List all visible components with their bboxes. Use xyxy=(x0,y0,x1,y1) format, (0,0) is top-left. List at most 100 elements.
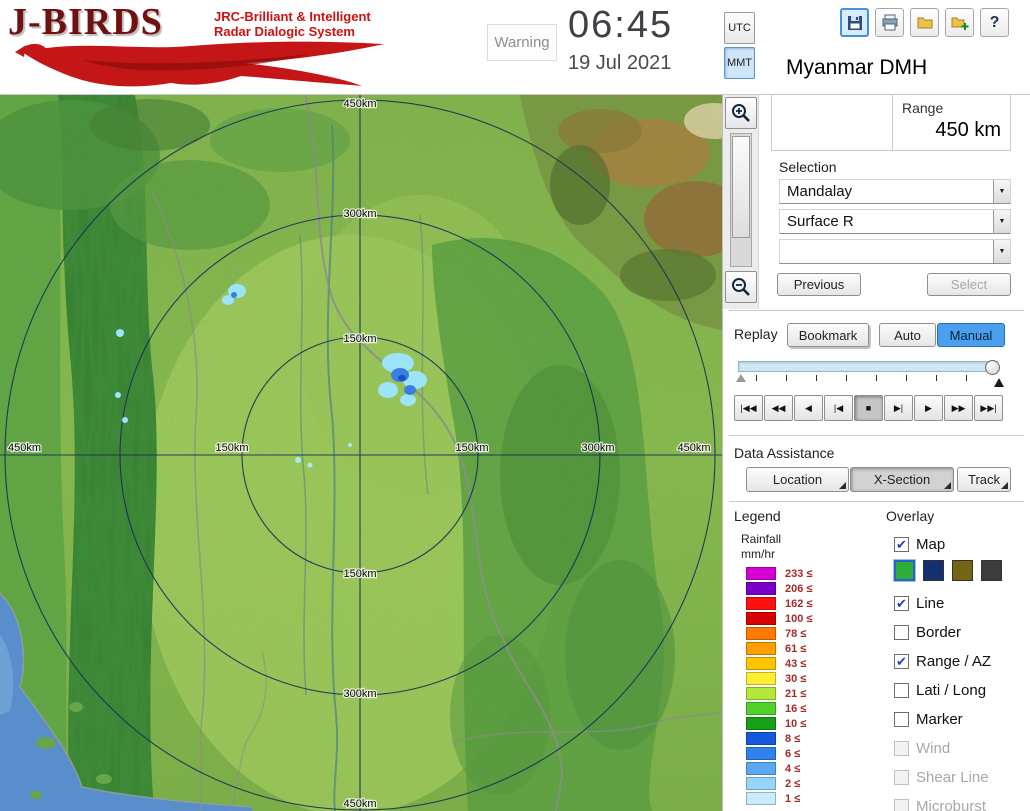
playback-button-5[interactable]: ▶| xyxy=(884,395,913,421)
timeline-tick xyxy=(786,375,787,381)
radar-map[interactable]: 450km 300km 150km 150km 300km 450km 450km 150km… xyxy=(0,95,722,811)
playback-button-4[interactable]: ■ xyxy=(854,395,883,421)
add-image-icon xyxy=(951,17,968,30)
zoom-slider-thumb[interactable] xyxy=(732,136,750,238)
timeline-start-marker xyxy=(736,374,746,382)
open-folder-button[interactable] xyxy=(910,8,939,37)
timeline-thumb[interactable] xyxy=(985,360,1000,375)
divider xyxy=(892,95,893,150)
timeline-tick xyxy=(936,375,937,381)
checkbox-range-az[interactable]: ✔ xyxy=(894,653,909,669)
x-section-button[interactable]: X-Section xyxy=(850,467,954,492)
timeline-tick xyxy=(816,375,817,381)
help-button[interactable]: ? xyxy=(980,8,1009,37)
playback-button-0[interactable]: |◀◀ xyxy=(734,395,763,421)
logo-subtitle-line1: JRC-Brilliant & Intelligent xyxy=(214,9,371,24)
checkbox-wind xyxy=(894,740,909,756)
checkbox-lati-long[interactable] xyxy=(894,682,909,698)
overlay-row-shear-line: Shear Line xyxy=(894,766,989,788)
legend-value: 78 ≤ xyxy=(785,627,807,640)
map-style-swatch-3[interactable] xyxy=(952,560,973,581)
select-button[interactable]: Select xyxy=(927,273,1011,296)
playback-button-7[interactable]: ▶▶ xyxy=(944,395,973,421)
overlay-label: Map xyxy=(916,535,946,553)
range-ring-label: 450km xyxy=(343,98,376,110)
auto-button[interactable]: Auto xyxy=(879,323,936,347)
save-icon xyxy=(847,15,862,30)
legend-color-swatch xyxy=(746,657,776,670)
chevron-down-icon[interactable] xyxy=(993,180,1010,203)
legend-unit-line1: Rainfall xyxy=(741,532,782,546)
location-button[interactable]: Location xyxy=(746,467,849,492)
save-button[interactable] xyxy=(840,8,869,37)
map-style-swatch-1[interactable] xyxy=(894,560,915,581)
checkbox-marker[interactable] xyxy=(894,711,909,727)
legend-color-swatch xyxy=(746,597,776,610)
overlay-label: Wind xyxy=(916,739,951,757)
playback-button-2[interactable]: ◀ xyxy=(794,395,823,421)
checkbox-shear-line xyxy=(894,769,909,785)
overlay-row-wind: Wind xyxy=(894,737,950,759)
checkbox-map[interactable]: ✔ xyxy=(894,536,909,552)
legend-value: 16 ≤ xyxy=(785,702,807,715)
add-image-button[interactable] xyxy=(945,8,974,37)
playback-button-6[interactable]: ▶ xyxy=(914,395,943,421)
overlay-row-marker: Marker xyxy=(894,708,963,730)
checkbox-border[interactable] xyxy=(894,624,909,640)
zoom-out-button[interactable] xyxy=(725,271,757,303)
legend-row: 78 ≤ xyxy=(746,626,866,641)
playback-button-1[interactable]: ◀◀ xyxy=(764,395,793,421)
separator xyxy=(729,435,1024,436)
previous-button[interactable]: Previous xyxy=(777,273,861,296)
separator xyxy=(729,310,1024,311)
product-dropdown[interactable]: Surface R xyxy=(779,209,1011,234)
legend-color-swatch xyxy=(746,672,776,685)
legend-row: 30 ≤ xyxy=(746,671,866,686)
legend-rows: 233 ≤ 206 ≤ 162 ≤ 100 ≤ 78 ≤ 61 ≤ 43 ≤ 30 ≤ 21 ≤… xyxy=(746,566,866,806)
mmt-button[interactable]: MMT xyxy=(724,47,755,79)
legend-color-swatch xyxy=(746,582,776,595)
legend-row: 43 ≤ xyxy=(746,656,866,671)
map-style-swatch-2[interactable] xyxy=(923,560,944,581)
map-style-swatch-4[interactable] xyxy=(981,560,1002,581)
playback-controls: |◀◀ ◀◀ ◀ |◀ ■ ▶| ▶ ▶▶ ▶▶| xyxy=(734,395,1003,421)
extra-dropdown[interactable] xyxy=(779,239,1011,264)
station-dropdown[interactable]: Mandalay xyxy=(779,179,1011,204)
overlay-label: Line xyxy=(916,594,945,612)
track-button[interactable]: Track xyxy=(957,467,1011,492)
range-ring-label: 150km xyxy=(455,442,488,454)
print-icon xyxy=(882,14,897,30)
range-ring-label: 300km xyxy=(581,442,614,454)
zoom-column xyxy=(723,95,759,309)
chevron-down-icon[interactable] xyxy=(993,210,1010,233)
zoom-in-button[interactable] xyxy=(725,97,757,129)
playback-button-8[interactable]: ▶▶| xyxy=(974,395,1003,421)
legend-value: 4 ≤ xyxy=(785,762,801,775)
product-dropdown-value: Surface R xyxy=(787,213,854,230)
utc-button[interactable]: UTC xyxy=(724,12,755,44)
legend-value: 2 ≤ xyxy=(785,777,801,790)
overlay-row-border: Border xyxy=(894,621,961,643)
data-assistance-label: Data Assistance xyxy=(734,445,835,461)
print-button[interactable] xyxy=(875,8,904,37)
eagle-icon xyxy=(14,41,385,87)
playback-button-3[interactable]: |◀ xyxy=(824,395,853,421)
legend-value: 162 ≤ xyxy=(785,597,813,610)
clock-date: 19 Jul 2021 xyxy=(568,52,672,74)
overlay-label: Shear Line xyxy=(916,768,989,786)
overlay-label: Marker xyxy=(916,710,963,728)
checkbox-line[interactable]: ✔ xyxy=(894,595,909,611)
manual-button[interactable]: Manual xyxy=(937,323,1005,347)
range-ring-label: 150km xyxy=(343,568,376,580)
station-dropdown-value: Mandalay xyxy=(787,183,853,200)
chevron-down-icon[interactable] xyxy=(993,240,1010,263)
bookmark-button[interactable]: Bookmark xyxy=(787,323,869,347)
magnifier-minus-icon xyxy=(732,278,750,296)
legend-row: 1 ≤ xyxy=(746,791,866,806)
overlay-rows: ✔ Map ✔ Line Border ✔ Range / AZ Lati / Long Mar… xyxy=(894,533,1028,811)
warning-button[interactable]: Warning xyxy=(487,24,557,61)
legend-value: 206 ≤ xyxy=(785,582,813,595)
zoom-slider[interactable] xyxy=(730,133,752,267)
legend-color-swatch xyxy=(746,777,776,790)
timeline-track[interactable] xyxy=(738,360,1000,375)
